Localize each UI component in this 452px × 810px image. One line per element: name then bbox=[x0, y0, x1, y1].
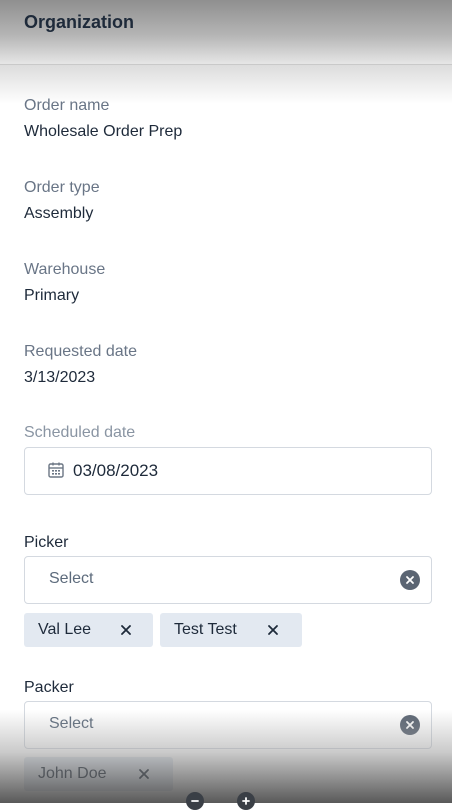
order-type-label: Order type bbox=[24, 179, 100, 196]
chip-label: John Doe bbox=[38, 765, 107, 782]
zoom-in-icon[interactable] bbox=[237, 792, 255, 810]
packer-chip: John Doe bbox=[24, 757, 173, 791]
warehouse-label: Warehouse bbox=[24, 261, 106, 278]
clear-circle-icon[interactable] bbox=[400, 715, 420, 735]
scheduled-date-value: 03/08/2023 bbox=[73, 461, 159, 480]
chip-label: Val Lee bbox=[38, 621, 92, 638]
packer-placeholder: Select bbox=[49, 715, 94, 732]
requested-date-label: Requested date bbox=[24, 343, 137, 360]
packer-select[interactable]: Select bbox=[24, 701, 432, 749]
scheduled-date-input[interactable]: 03/08/2023 bbox=[24, 447, 432, 495]
zoom-out-icon[interactable] bbox=[186, 792, 204, 810]
requested-date-value: 3/13/2023 bbox=[24, 369, 96, 386]
warehouse-field: Warehouse Primary bbox=[24, 260, 432, 306]
order-name-field: Order name Wholesale Order Prep bbox=[24, 96, 432, 142]
order-name-label: Order name bbox=[24, 97, 110, 114]
packer-label: Packer bbox=[24, 679, 74, 696]
scheduled-date-field: Scheduled date bbox=[24, 423, 432, 443]
order-type-field: Order type Assembly bbox=[24, 178, 432, 224]
page-title: Organization bbox=[24, 12, 135, 32]
picker-chip: Test Test bbox=[160, 613, 302, 647]
picker-label: Picker bbox=[24, 534, 69, 551]
requested-date-field: Requested date 3/13/2023 bbox=[24, 342, 432, 388]
picker-chip: Val Lee bbox=[24, 613, 153, 647]
order-type-value: Assembly bbox=[24, 205, 94, 222]
close-icon[interactable] bbox=[137, 767, 151, 781]
close-icon[interactable] bbox=[266, 623, 280, 637]
scheduled-date-label: Scheduled date bbox=[24, 424, 136, 441]
clear-circle-icon[interactable] bbox=[400, 570, 420, 590]
packer-field: Packer bbox=[24, 678, 432, 698]
header-bar: Organization bbox=[0, 0, 452, 65]
picker-field: Picker bbox=[24, 533, 432, 553]
close-icon[interactable] bbox=[119, 623, 133, 637]
picker-placeholder: Select bbox=[49, 570, 94, 587]
order-name-value: Wholesale Order Prep bbox=[24, 123, 183, 140]
picker-select[interactable]: Select bbox=[24, 556, 432, 604]
warehouse-value: Primary bbox=[24, 287, 80, 304]
chip-label: Test Test bbox=[174, 621, 237, 638]
calendar-icon bbox=[48, 462, 64, 478]
